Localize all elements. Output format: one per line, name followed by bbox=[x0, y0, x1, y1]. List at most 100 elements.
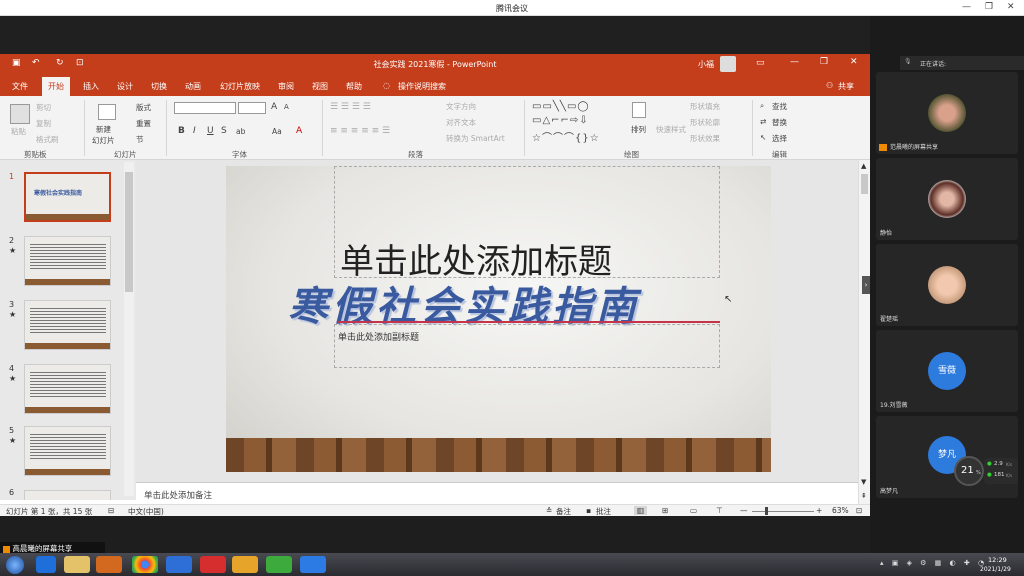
tab-animations[interactable]: 动画 bbox=[185, 81, 201, 92]
shadow-button[interactable]: S bbox=[221, 126, 227, 136]
shape-fill-button[interactable]: 形状填充 bbox=[690, 101, 720, 112]
grow-font-button[interactable]: A bbox=[271, 102, 277, 112]
slides-scrollbar[interactable] bbox=[124, 162, 134, 496]
slide-thumbnail-5[interactable] bbox=[24, 426, 111, 476]
scroll-down-icon[interactable]: ▼ bbox=[861, 478, 866, 486]
tab-design[interactable]: 设计 bbox=[117, 81, 133, 92]
sorter-view-icon[interactable]: ⊞ bbox=[662, 506, 668, 515]
clock-time[interactable]: 12:29 bbox=[988, 556, 1007, 564]
tab-file[interactable]: 文件 bbox=[12, 81, 28, 92]
network-gauge[interactable]: 21 % bbox=[954, 456, 984, 486]
slideshow-view-icon[interactable]: ⊤ bbox=[716, 506, 723, 515]
underline-button[interactable]: U bbox=[207, 126, 214, 136]
share-button[interactable]: 共享 bbox=[838, 81, 854, 92]
wechat-icon[interactable] bbox=[266, 556, 292, 573]
user-name[interactable]: 小福 bbox=[698, 59, 714, 70]
layout-button[interactable]: 版式 bbox=[136, 102, 151, 113]
slide-thumbnail-4[interactable] bbox=[24, 364, 111, 414]
app-icon[interactable] bbox=[166, 556, 192, 573]
normal-view-icon[interactable]: ▥ bbox=[634, 506, 648, 515]
replace-button[interactable]: 替换 bbox=[772, 117, 787, 128]
bullets-icon[interactable]: ☰ ☰ ☰ ☰ bbox=[330, 102, 371, 112]
tab-help[interactable]: 帮助 bbox=[346, 81, 362, 92]
video-tile[interactable]: 雪薇 19.刘雪薇 bbox=[876, 330, 1018, 412]
tab-transitions[interactable]: 切换 bbox=[151, 81, 167, 92]
tab-home[interactable]: 开始 bbox=[42, 77, 70, 96]
arrange-button[interactable]: 排列 bbox=[631, 124, 646, 135]
user-avatar[interactable] bbox=[720, 56, 736, 72]
font-size-select[interactable] bbox=[238, 102, 266, 114]
fit-slide-icon[interactable]: ⊡ bbox=[856, 506, 862, 515]
video-tile[interactable]: 翟楚瑶 bbox=[876, 244, 1018, 326]
tab-view[interactable]: 视图 bbox=[312, 81, 328, 92]
zoom-slider[interactable] bbox=[752, 511, 814, 512]
ppt-minimize-button[interactable]: — bbox=[790, 57, 799, 67]
char-spacing-button[interactable]: ab bbox=[236, 127, 245, 136]
reset-button[interactable]: 重置 bbox=[136, 118, 151, 129]
shape-effects-button[interactable]: 形状效果 bbox=[690, 133, 720, 144]
copy-button[interactable]: 复制 bbox=[36, 118, 51, 129]
align-icon[interactable]: ≡ ≡ ≡ ≡ ≡ ☰ bbox=[330, 126, 390, 136]
tell-me-search[interactable]: 操作说明搜索 bbox=[398, 81, 446, 92]
ppt-maximize-button[interactable]: ❐ bbox=[820, 57, 828, 67]
slide-thumbnail-3[interactable] bbox=[24, 300, 111, 350]
font-color-button[interactable]: A bbox=[296, 126, 302, 136]
notes-pane[interactable]: 单击此处添加备注 bbox=[136, 482, 858, 504]
zoom-slider-handle[interactable] bbox=[765, 507, 768, 515]
spellcheck-icon[interactable]: ⊟ bbox=[108, 506, 114, 515]
zoom-out-button[interactable]: — bbox=[740, 506, 748, 515]
shapes-gallery-row2[interactable]: ▭△⌐⌐⇨⇩ bbox=[532, 115, 589, 126]
section-button[interactable]: 节 bbox=[136, 134, 144, 145]
slide-thumbnail-1[interactable]: 寒假社会实践指南 bbox=[24, 172, 111, 222]
wps-icon[interactable] bbox=[200, 556, 226, 573]
slide-thumbnail-2[interactable] bbox=[24, 236, 111, 286]
arrange-icon[interactable] bbox=[632, 102, 646, 118]
video-tile[interactable]: 范晨曦的屏幕共享 bbox=[876, 72, 1018, 154]
quick-styles-button[interactable]: 快速样式 bbox=[656, 124, 686, 135]
minimize-button[interactable]: — bbox=[962, 2, 971, 12]
tab-review[interactable]: 审阅 bbox=[278, 81, 294, 92]
format-painter-button[interactable]: 格式刷 bbox=[36, 134, 59, 145]
clock-date[interactable]: 2021/1/29 bbox=[980, 566, 1011, 573]
chrome-icon[interactable] bbox=[132, 556, 158, 573]
ie-icon[interactable] bbox=[36, 556, 56, 573]
select-button[interactable]: 选择 bbox=[772, 133, 787, 144]
start-button[interactable] bbox=[6, 556, 24, 574]
shapes-gallery[interactable]: ▭▭╲╲▭◯ bbox=[532, 101, 590, 112]
reading-view-icon[interactable]: ▭ bbox=[690, 506, 697, 515]
ribbon-display-icon[interactable]: ▭ bbox=[756, 58, 765, 68]
close-button[interactable]: ✕ bbox=[1007, 2, 1015, 12]
tab-insert[interactable]: 插入 bbox=[83, 81, 99, 92]
zoom-level[interactable]: 63% bbox=[832, 506, 849, 515]
shrink-font-button[interactable]: A bbox=[284, 103, 289, 111]
video-tile[interactable]: 静怡 bbox=[876, 158, 1018, 240]
text-direction-button[interactable]: 文字方向 bbox=[446, 101, 476, 112]
tray-icons[interactable]: ▴ ▣ ◈ ⚙ ▦ ◐ ✚ ◔ bbox=[880, 559, 987, 567]
tab-slideshow[interactable]: 幻灯片放映 bbox=[220, 81, 260, 92]
video-tile[interactable]: 梦凡 高梦凡 21 % ● 2.9 K/s ● 181 K/s bbox=[876, 416, 1018, 498]
smartart-button[interactable]: 转换为 SmartArt bbox=[446, 133, 505, 144]
editor-scrollbar[interactable]: ▲ ▼ ⇞ bbox=[858, 160, 870, 504]
ppt-close-button[interactable]: ✕ bbox=[850, 57, 858, 67]
media-icon[interactable] bbox=[96, 556, 122, 573]
cut-button[interactable]: 剪切 bbox=[36, 102, 51, 113]
explorer-icon[interactable] bbox=[64, 556, 90, 573]
tencent-meeting-icon[interactable] bbox=[300, 556, 326, 573]
subtitle-placeholder-text[interactable]: 单击此处添加副标题 bbox=[338, 330, 419, 343]
scroll-thumb[interactable] bbox=[125, 172, 133, 292]
shapes-gallery-row3[interactable]: ☆⌒⌒⌒{}☆ bbox=[532, 129, 600, 144]
new-slide-icon[interactable] bbox=[98, 104, 116, 120]
current-slide[interactable]: 单击此处添加标题 寒假社会实践指南 单击此处添加副标题 bbox=[226, 166, 771, 472]
change-case-button[interactable]: Aa bbox=[272, 127, 282, 136]
scroll-up-icon[interactable]: ▲ bbox=[861, 162, 866, 170]
prev-slide-icon[interactable]: ⇞ bbox=[861, 492, 867, 500]
paste-icon[interactable] bbox=[10, 104, 30, 124]
maximize-button[interactable]: ❐ bbox=[985, 2, 993, 12]
paste-button[interactable]: 粘贴 bbox=[11, 126, 26, 137]
side-collapse-tab[interactable]: › bbox=[862, 276, 870, 294]
font-name-select[interactable] bbox=[174, 102, 236, 114]
scroll-thumb[interactable] bbox=[861, 174, 868, 194]
slide-thumbnail-6[interactable] bbox=[24, 490, 111, 500]
zoom-in-button[interactable]: + bbox=[816, 506, 822, 515]
new-slide-button-line2[interactable]: 幻灯片 bbox=[92, 135, 115, 146]
